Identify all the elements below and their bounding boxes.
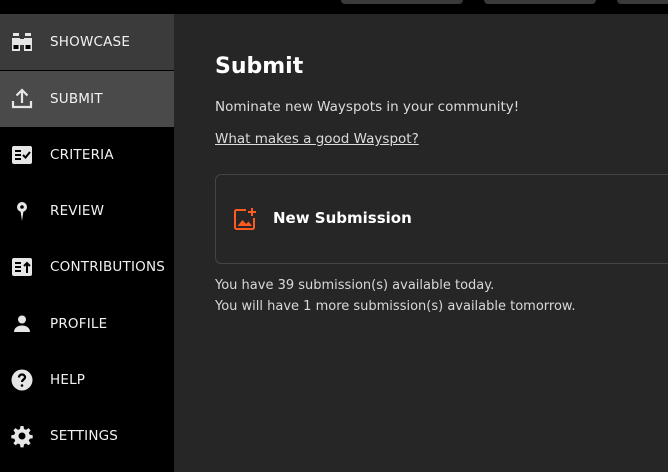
gear-icon — [10, 424, 34, 448]
add-photo-icon — [232, 206, 258, 232]
top-tab[interactable] — [484, 0, 596, 4]
sidebar-item-submit[interactable]: SUBMIT — [0, 71, 174, 127]
sidebar-item-label: CRITERIA — [50, 147, 114, 163]
map-pin-icon — [10, 199, 34, 223]
sidebar: SHOWCASE SUBMIT CRITERIA REVIEW CONTRIBU… — [0, 14, 174, 472]
binoculars-icon — [10, 30, 34, 54]
person-icon — [10, 312, 34, 336]
sidebar-item-showcase[interactable]: SHOWCASE — [0, 14, 174, 70]
sidebar-item-settings[interactable]: SETTINGS — [0, 408, 174, 464]
top-bar — [0, 0, 668, 14]
sidebar-item-label: SUBMIT — [50, 91, 103, 107]
sidebar-item-label: PROFILE — [50, 316, 108, 332]
submissions-tomorrow-text: You will have 1 more submission(s) avail… — [215, 299, 576, 314]
checklist-icon — [10, 143, 34, 167]
page-title: Submit — [215, 54, 304, 79]
sidebar-item-label: CONTRIBUTIONS — [50, 259, 166, 275]
sidebar-item-label: REVIEW — [50, 203, 105, 219]
contributions-icon — [10, 255, 34, 279]
sidebar-item-review[interactable]: REVIEW — [0, 183, 174, 239]
sidebar-item-label: SHOWCASE — [50, 34, 131, 50]
sidebar-item-help[interactable]: HELP — [0, 352, 174, 408]
top-tab[interactable] — [617, 0, 668, 4]
submissions-today-text: You have 39 submission(s) available toda… — [215, 278, 495, 293]
sidebar-item-label: SETTINGS — [50, 428, 119, 444]
help-icon — [10, 368, 34, 392]
new-submission-label: New Submission — [273, 209, 412, 227]
main-content: Submit Nominate new Wayspots in your com… — [174, 14, 668, 472]
good-wayspot-link[interactable]: What makes a good Wayspot? — [215, 131, 419, 147]
sidebar-item-profile[interactable]: PROFILE — [0, 296, 174, 352]
sidebar-item-label: HELP — [50, 372, 86, 388]
sidebar-item-criteria[interactable]: CRITERIA — [0, 127, 174, 183]
new-submission-card[interactable]: New Submission — [215, 174, 668, 264]
upload-icon — [10, 87, 34, 111]
page-subtitle: Nominate new Wayspots in your community! — [215, 99, 520, 115]
top-tab[interactable] — [341, 0, 463, 4]
sidebar-item-contributions[interactable]: CONTRIBUTIONS — [0, 239, 174, 295]
